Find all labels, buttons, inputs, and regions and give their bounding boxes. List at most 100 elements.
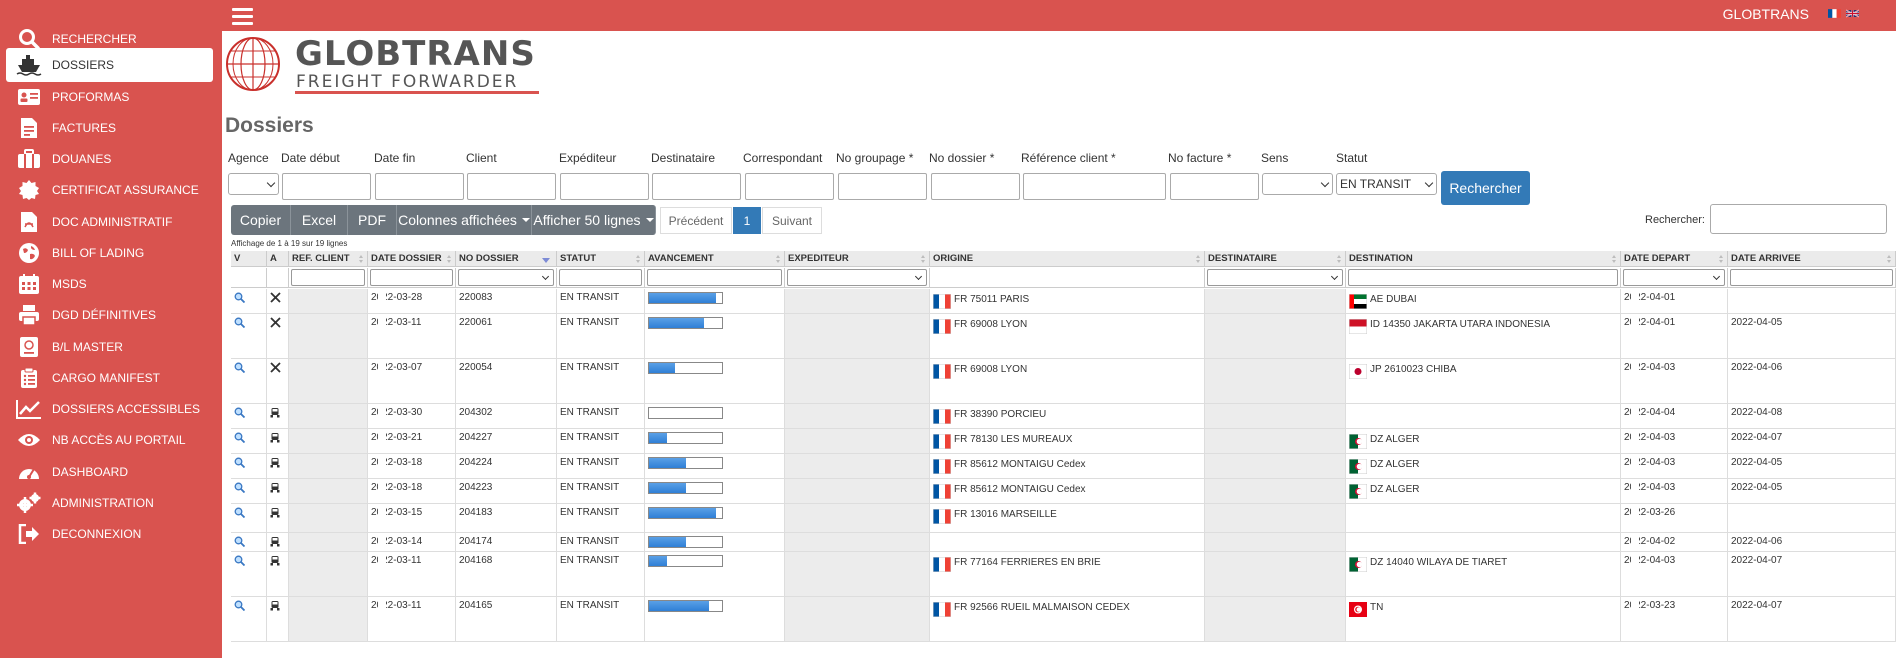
table-row[interactable]: 2022-03-11 204168 EN TRANSIT FR 77164 FERRI…	[231, 552, 1896, 597]
cell-no-dossier: 220054	[456, 359, 557, 403]
table-row[interactable]: 2022-03-28 220083 EN TRANSIT FR 75011 PARIS…	[231, 289, 1896, 314]
sidebar-item-cargo-manifest[interactable]: CARGO MANIFEST	[6, 361, 213, 395]
column-filter-select[interactable]	[787, 269, 927, 286]
copy-button[interactable]: Copier	[231, 205, 291, 235]
view-magnifier-icon[interactable]	[234, 555, 245, 566]
date-fin-input[interactable]	[375, 173, 464, 200]
pagination-page-1[interactable]: 1	[733, 207, 761, 234]
hamburger-menu-icon[interactable]	[232, 8, 253, 25]
table-row[interactable]: 2022-03-11 204165 EN TRANSIT FR 92566 RUEIL…	[231, 597, 1896, 642]
view-magnifier-icon[interactable]	[234, 432, 245, 443]
pdf-button[interactable]: PDF	[348, 205, 397, 235]
column-filter-input[interactable]	[559, 269, 642, 286]
table-row[interactable]: 2022-03-07 220054 EN TRANSIT FR 69008 LYON J…	[231, 359, 1896, 404]
truck-icon	[270, 408, 280, 418]
sidebar-item-b-l-master[interactable]: B/L MASTER	[6, 330, 213, 364]
cell-date-arrivee: 2022-04-05	[1728, 479, 1896, 503]
client-input[interactable]	[467, 173, 556, 200]
column-filter-input[interactable]	[370, 269, 453, 286]
sidebar-item-douanes[interactable]: DOUANES	[6, 142, 213, 176]
view-magnifier-icon[interactable]	[234, 536, 245, 547]
statut-select[interactable]: EN TRANSIT	[1336, 173, 1437, 195]
sens-select[interactable]	[1262, 173, 1333, 195]
no-dossier-input[interactable]	[931, 173, 1020, 200]
redaction-mask	[1631, 597, 1639, 641]
column-header-origine[interactable]: ORIGINE	[930, 251, 1205, 267]
column-filter-input[interactable]	[1730, 269, 1893, 286]
column-filter-input[interactable]	[647, 269, 782, 286]
cell-ref-client	[289, 404, 368, 428]
destinataire-input[interactable]	[652, 173, 741, 200]
no-groupage-input[interactable]	[838, 173, 927, 200]
column-header-date-depart[interactable]: DATE DEPART	[1621, 251, 1728, 267]
french-flag-icon[interactable]	[1828, 9, 1841, 18]
redaction-mask	[1631, 479, 1639, 503]
sidebar-item-certificat-assurance[interactable]: CERTIFICAT ASSURANCE	[6, 173, 213, 207]
table-row[interactable]: 2022-03-11 220061 EN TRANSIT FR 69008 LYON I…	[231, 314, 1896, 359]
correspondant-input[interactable]	[745, 173, 834, 200]
sidebar-item-dashboard[interactable]: DASHBOARD	[6, 455, 213, 489]
column-filter-input[interactable]	[1348, 269, 1618, 286]
agence-select[interactable]	[228, 173, 279, 195]
sidebar-item-proformas[interactable]: PROFORMAS	[6, 80, 213, 114]
page-length-button[interactable]: Afficher 50 lignes	[532, 205, 656, 235]
sidebar-item-doc-administratif[interactable]: DOC ADMINISTRATIF	[6, 205, 213, 239]
uk-flag-icon[interactable]	[1846, 9, 1859, 18]
view-magnifier-icon[interactable]	[234, 362, 245, 373]
reference-client-input[interactable]	[1023, 173, 1166, 200]
date-arrivee: 2022-04-06	[1731, 362, 1783, 373]
sidebar-item-deconnexion[interactable]: DECONNEXION	[6, 517, 213, 551]
view-magnifier-icon[interactable]	[234, 600, 245, 611]
column-header-avancement[interactable]: AVANCEMENT	[645, 251, 785, 267]
column-filter-select[interactable]	[1623, 269, 1725, 286]
view-magnifier-icon[interactable]	[234, 507, 245, 518]
sidebar-item-msds[interactable]: MSDS	[6, 267, 213, 301]
redaction-mask	[378, 533, 386, 551]
column-header-destination[interactable]: DESTINATION	[1346, 251, 1621, 267]
column-header-statut[interactable]: STATUT	[557, 251, 645, 267]
column-header-expediteur[interactable]: EXPEDITEUR	[785, 251, 930, 267]
column-header-date-arrivee[interactable]: DATE ARRIVEE	[1728, 251, 1896, 267]
view-magnifier-icon[interactable]	[234, 292, 245, 303]
table-row[interactable]: 2022-03-14 204174 EN TRANSIT 2022-04-02 2022…	[231, 533, 1896, 552]
column-filter-select[interactable]	[1207, 269, 1343, 286]
excel-button[interactable]: Excel	[291, 205, 348, 235]
column-header-ref-client[interactable]: REF. CLIENT	[289, 251, 368, 267]
table-search-input[interactable]	[1710, 204, 1887, 234]
column-header-destinataire[interactable]: DESTINATAIRE	[1205, 251, 1346, 267]
table-row[interactable]: 2022-03-18 204224 EN TRANSIT FR 85612 MONTA…	[231, 454, 1896, 479]
progress-bar	[648, 317, 723, 329]
view-magnifier-icon[interactable]	[234, 457, 245, 468]
column-filter-select[interactable]	[458, 269, 554, 286]
column-header-v[interactable]: V	[231, 251, 267, 267]
cell-destinataire	[1205, 429, 1346, 453]
table-row[interactable]: 2022-03-15 204183 EN TRANSIT FR 13016 MARSE…	[231, 504, 1896, 533]
sidebar-item-bill-of-lading[interactable]: BILL OF LADING	[6, 236, 213, 270]
column-header-no-dossier[interactable]: NO DOSSIER	[456, 251, 557, 267]
sidebar-item-dgd-d-finitives[interactable]: DGD DÉFINITIVES	[6, 298, 213, 332]
pagination-next[interactable]: Suivant	[762, 207, 822, 234]
sidebar-item-factures[interactable]: FACTURES	[6, 111, 213, 145]
sidebar-item-nb-acc-s-au-portail[interactable]: NB ACCÈS AU PORTAIL	[6, 423, 213, 457]
statut: EN TRANSIT	[560, 482, 620, 493]
filter-label-expediteur: Expéditeur	[559, 151, 617, 165]
column-header-date-dossier[interactable]: DATE DOSSIER	[368, 251, 456, 267]
view-magnifier-icon[interactable]	[234, 407, 245, 418]
view-magnifier-icon[interactable]	[234, 482, 245, 493]
no-facture-input[interactable]	[1170, 173, 1259, 200]
pagination-previous[interactable]: Précédent	[660, 207, 732, 234]
table-row[interactable]: 2022-03-30 204302 EN TRANSIT FR 38390 PORCI…	[231, 404, 1896, 429]
cell-date-dossier: 2022-03-15	[368, 504, 456, 532]
table-row[interactable]: 2022-03-21 204227 EN TRANSIT FR 78130 LES M…	[231, 429, 1896, 454]
sidebar-item-dossiers-accessibles[interactable]: DOSSIERS ACCESSIBLES	[6, 392, 213, 426]
sidebar-item-dossiers[interactable]: DOSSIERS	[6, 48, 213, 82]
columns-visibility-button[interactable]: Colonnes affichées	[397, 205, 532, 235]
search-button[interactable]: Rechercher	[1441, 171, 1530, 205]
expediteur-input[interactable]	[560, 173, 649, 200]
column-header-a[interactable]: A	[267, 251, 289, 267]
sidebar-item-administration[interactable]: ADMINISTRATION	[6, 486, 213, 520]
table-row[interactable]: 2022-03-18 204223 EN TRANSIT FR 85612 MONTA…	[231, 479, 1896, 504]
date-debut-input[interactable]	[282, 173, 371, 200]
column-filter-input[interactable]	[291, 269, 365, 286]
view-magnifier-icon[interactable]	[234, 317, 245, 328]
